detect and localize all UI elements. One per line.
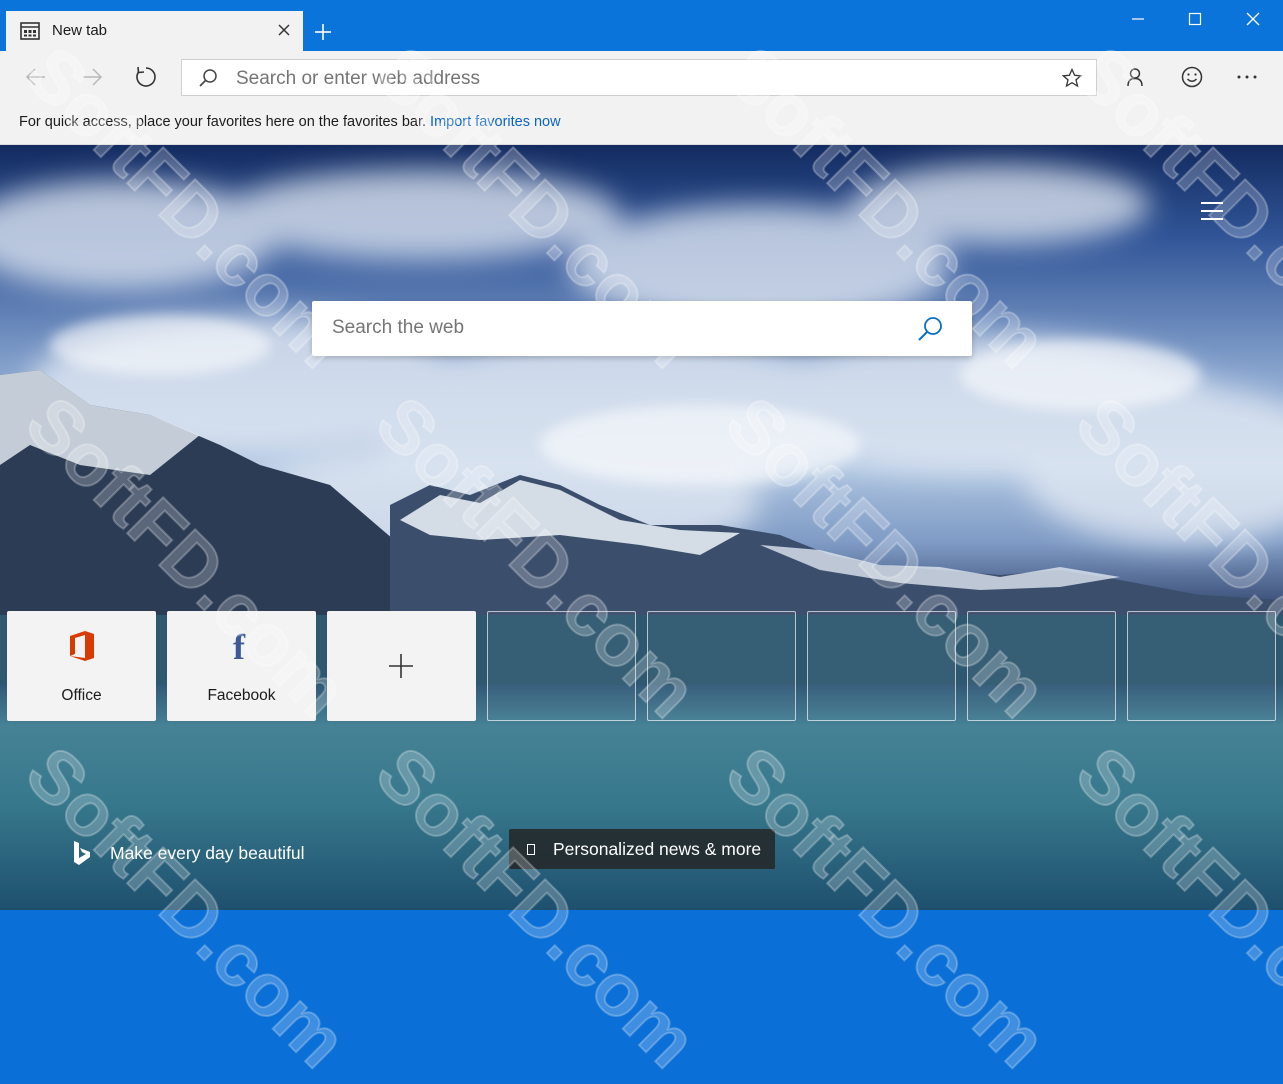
news-icon: [527, 843, 535, 855]
tile-label: Office: [61, 687, 102, 704]
bing-tagline[interactable]: Make every day beautiful: [72, 839, 305, 867]
tile-label: Facebook: [207, 687, 276, 704]
minimize-icon: [1132, 18, 1144, 20]
more-options-button[interactable]: [1231, 61, 1263, 93]
office-icon: [65, 629, 99, 663]
page-settings-menu-icon[interactable]: [1200, 201, 1224, 221]
minimize-button[interactable]: [1109, 0, 1167, 38]
smiley-icon: [1181, 66, 1203, 88]
tab-title: New tab: [52, 22, 108, 39]
search-icon[interactable]: [916, 315, 944, 343]
facebook-icon: f: [225, 629, 259, 663]
new-tab-plus-icon[interactable]: [311, 20, 335, 44]
profile-button[interactable]: [1119, 61, 1151, 93]
maximize-icon: [1188, 12, 1202, 26]
new-tab-page: Office f Facebook Make every day beautif…: [0, 145, 1283, 910]
feedback-button[interactable]: [1176, 61, 1208, 93]
search-icon: [199, 69, 217, 87]
back-arrow-icon: [25, 68, 45, 86]
tab-new-tab[interactable]: New tab: [6, 11, 303, 51]
close-window-button[interactable]: [1224, 0, 1282, 38]
forward-button[interactable]: [76, 61, 108, 93]
forward-arrow-icon: [83, 68, 103, 86]
address-input[interactable]: [236, 68, 1016, 90]
more-dots-icon: [1237, 75, 1257, 79]
browser-toolbar: [0, 51, 1283, 104]
empty-tile: [1127, 611, 1276, 721]
profile-icon: [1127, 68, 1143, 87]
close-tab-icon[interactable]: [275, 21, 293, 39]
empty-tile: [487, 611, 636, 721]
personalized-news-label: Personalized news & more: [553, 838, 762, 859]
personalized-news-button[interactable]: Personalized news & more: [509, 829, 775, 869]
refresh-icon: [136, 66, 156, 87]
import-favorites-link[interactable]: Import favorites now: [430, 114, 561, 130]
star-favorite-icon[interactable]: [1062, 68, 1082, 88]
add-site-tile[interactable]: [327, 611, 476, 721]
top-site-tile-facebook[interactable]: f Facebook: [167, 611, 316, 721]
address-bar[interactable]: [181, 59, 1097, 96]
back-button[interactable]: [20, 61, 52, 93]
top-site-tile-office[interactable]: Office: [7, 611, 156, 721]
svg-text:f: f: [233, 629, 246, 663]
empty-tile: [647, 611, 796, 721]
web-search-input[interactable]: [332, 317, 892, 339]
web-search-box[interactable]: [312, 301, 972, 356]
empty-tile: [807, 611, 956, 721]
new-tab-page-icon: [20, 22, 40, 40]
bing-logo-icon: [74, 841, 90, 865]
close-icon: [1246, 12, 1260, 26]
maximize-button[interactable]: [1166, 0, 1224, 38]
bing-tagline-text: Make every day beautiful: [110, 842, 305, 863]
refresh-button[interactable]: [130, 61, 162, 93]
favorites-bar: For quick access, place your favorites h…: [0, 104, 1283, 145]
favorites-bar-message: For quick access, place your favorites h…: [19, 114, 427, 130]
plus-icon: [389, 654, 413, 678]
empty-tile: [967, 611, 1116, 721]
title-bar: New tab: [0, 0, 1283, 51]
